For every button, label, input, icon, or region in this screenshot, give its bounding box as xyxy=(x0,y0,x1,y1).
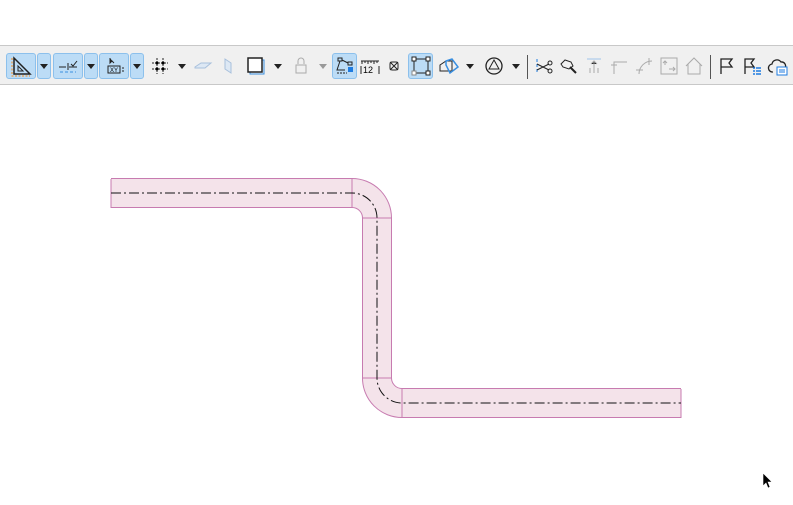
grid-snap-dropdown[interactable] xyxy=(175,53,189,79)
set-square-icon xyxy=(11,56,32,77)
horizontal-plane-icon xyxy=(194,62,213,69)
lock-dropdown[interactable] xyxy=(316,53,330,79)
toolbar-separator xyxy=(527,55,528,79)
toolbar-separator xyxy=(710,55,711,79)
lock-icon xyxy=(295,57,307,74)
measure-button[interactable]: 12 xyxy=(359,53,381,79)
scissors-icon xyxy=(536,59,553,74)
coordinate-input-button[interactable]: XY xyxy=(99,53,129,79)
svg-text:12: 12 xyxy=(363,65,373,75)
flag-list-icon xyxy=(744,58,761,75)
split-button[interactable] xyxy=(533,53,555,79)
roof-button[interactable] xyxy=(683,53,705,79)
angle-guide-dropdown[interactable] xyxy=(37,53,51,79)
3d-view-dropdown[interactable] xyxy=(463,53,477,79)
wall-fill xyxy=(111,179,681,417)
adjust-icon xyxy=(560,59,577,74)
offset-icon xyxy=(660,57,678,75)
snap-guide-button[interactable] xyxy=(53,53,83,79)
ruler-icon: 12 xyxy=(360,60,380,75)
lock-button[interactable] xyxy=(290,53,312,79)
fillet-button[interactable] xyxy=(608,53,630,79)
curve-button[interactable] xyxy=(633,53,655,79)
grid-snap-icon xyxy=(152,58,168,74)
wall-end-lines xyxy=(110,179,682,418)
shadow-offset-button[interactable] xyxy=(244,53,268,79)
renovation-filter-dropdown[interactable] xyxy=(509,53,523,79)
toolbar: XY 12 xyxy=(0,45,793,85)
wall-outline xyxy=(111,178,681,418)
house-icon xyxy=(685,57,703,75)
coordinate-input-dropdown[interactable] xyxy=(130,53,144,79)
suspend-groups-icon xyxy=(335,57,353,74)
snap-guide-icon xyxy=(59,60,78,73)
xy-coordinate-icon: XY xyxy=(107,58,124,74)
issue-flag-button[interactable] xyxy=(716,53,736,79)
flag-icon xyxy=(720,58,734,74)
transform-icon xyxy=(411,56,430,76)
transform-button[interactable] xyxy=(408,53,433,79)
vertical-plane-icon xyxy=(224,58,232,74)
cloud-icon xyxy=(767,59,788,76)
drawing-canvas[interactable] xyxy=(0,86,793,505)
cloud-markup-button[interactable] xyxy=(766,53,790,79)
shadow-offset-dropdown[interactable] xyxy=(271,53,285,79)
trace-button[interactable] xyxy=(384,53,404,79)
vertical-plane-button[interactable] xyxy=(218,53,238,79)
svg-text:XY: XY xyxy=(110,68,118,74)
wall-element[interactable] xyxy=(110,178,682,418)
trace-icon xyxy=(389,61,399,71)
3d-box-icon xyxy=(439,58,460,75)
layer-plane-button[interactable] xyxy=(192,53,214,79)
arc-icon xyxy=(636,58,653,75)
suspend-groups-button[interactable] xyxy=(332,53,357,79)
circle-triangle-icon xyxy=(485,57,503,75)
extend-icon xyxy=(587,58,601,73)
angle-guide-button[interactable] xyxy=(6,53,36,79)
wall-reference-line xyxy=(111,192,681,404)
offset-square-icon xyxy=(247,57,265,75)
adjust-button[interactable] xyxy=(558,53,580,79)
snap-guide-dropdown[interactable] xyxy=(84,53,98,79)
grid-snap-button[interactable] xyxy=(148,53,172,79)
offset-button[interactable] xyxy=(658,53,680,79)
mouse-cursor-icon xyxy=(762,472,773,489)
extend-button[interactable] xyxy=(583,53,605,79)
renovation-filter-button[interactable] xyxy=(482,53,506,79)
3d-view-button[interactable] xyxy=(437,53,461,79)
issue-list-button[interactable] xyxy=(741,53,763,79)
corner-icon xyxy=(611,61,627,74)
